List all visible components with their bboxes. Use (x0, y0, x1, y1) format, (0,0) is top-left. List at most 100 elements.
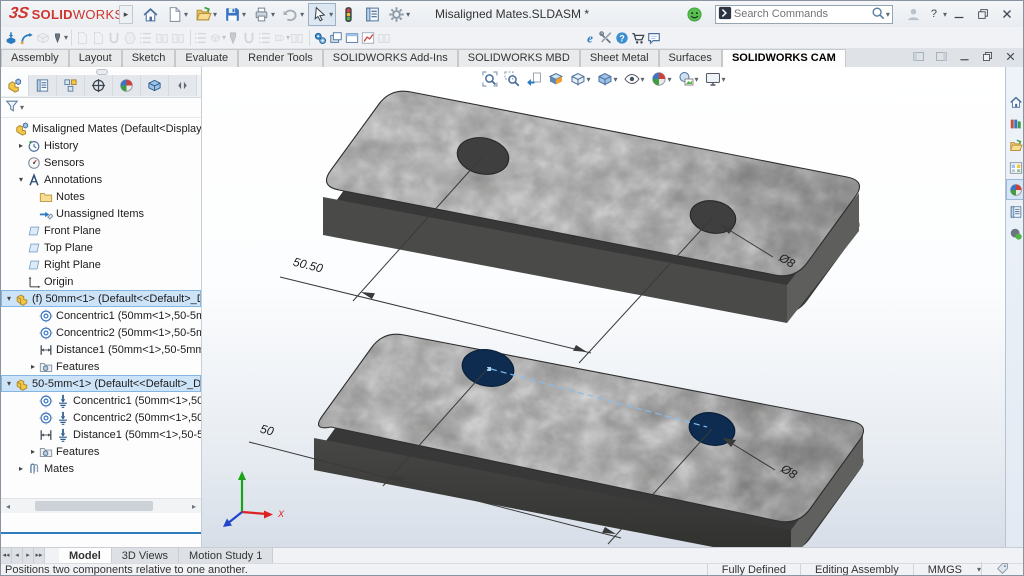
tree-item-features[interactable]: ▸Features (1, 358, 201, 375)
view-orientation-caret-icon[interactable]: ▾ (586, 75, 590, 84)
taskpane-custom-properties-button[interactable] (1006, 201, 1024, 222)
doc-minimize-button[interactable] (958, 50, 971, 66)
tab-assembly[interactable]: Assembly (1, 49, 69, 68)
comment-button[interactable] (647, 29, 663, 47)
tab-layout[interactable]: Layout (69, 49, 122, 68)
machine-gears-button[interactable] (313, 29, 329, 47)
tree-item-concentric2-50mm-1-50-5mm-1[interactable]: Concentric2 (50mm<1>,50-5mm<1>) (1, 324, 201, 341)
hide-show-items-caret-icon[interactable]: ▾ (640, 75, 644, 84)
search-caret-icon[interactable]: ▾ (886, 10, 890, 19)
tree-item-sensors[interactable]: Sensors (1, 154, 201, 171)
doc-restore-button[interactable] (981, 50, 994, 66)
hide-show-items-button[interactable]: ▾ (621, 70, 646, 88)
study-tab-3d-views[interactable]: 3D Views (112, 548, 179, 564)
tab-solidworks-add-ins[interactable]: SOLIDWORKS Add-Ins (323, 49, 458, 68)
chart-tool-button[interactable] (361, 29, 377, 47)
internet-explorer-button[interactable]: e (583, 29, 599, 47)
open-button[interactable]: ▾ (192, 3, 220, 26)
tree-item-f-50mm-1-default-default-display-state-1[interactable]: ▾(f) 50mm<1> (Default<<Default>_Display … (1, 290, 201, 307)
expander-collapsed-icon[interactable]: ▸ (15, 141, 27, 150)
tab-solidworks-cam[interactable]: SOLIDWORKS CAM (722, 49, 846, 68)
doc-close-button[interactable] (1004, 50, 1017, 66)
view-settings-button[interactable]: ▾ (703, 70, 728, 88)
expander-collapsed-icon[interactable]: ▸ (15, 464, 27, 473)
tree-item-misaligned-mates-default-display-state-1[interactable]: Misaligned Mates (Default<Display State-… (1, 120, 201, 137)
print-caret-icon[interactable]: ▾ (271, 10, 275, 19)
tab-sheet-metal[interactable]: Sheet Metal (580, 49, 659, 68)
scrollbar-thumb[interactable] (35, 501, 153, 511)
restore-button[interactable] (971, 6, 995, 22)
expander-expanded-icon[interactable]: ▾ (15, 175, 27, 184)
filter-icon[interactable] (5, 99, 19, 116)
drill-caret-icon[interactable]: ▾ (64, 33, 68, 42)
filter-caret-icon[interactable]: ▾ (20, 103, 24, 112)
study-tab-model[interactable]: Model (59, 548, 112, 564)
tab-solidworks-mbd[interactable]: SOLIDWORKS MBD (458, 49, 580, 68)
panel-tab-property-manager[interactable] (29, 75, 57, 96)
scroll-right-icon[interactable]: ▸ (187, 500, 201, 513)
expander-expanded-icon[interactable]: ▾ (3, 379, 15, 388)
tree-item-right-plane[interactable]: Right Plane (1, 256, 201, 273)
expander-expanded-icon[interactable]: ▾ (3, 294, 15, 303)
tree-item-annotations[interactable]: ▾Annotations (1, 171, 201, 188)
options-button[interactable]: ▾ (385, 3, 413, 26)
undo-button[interactable]: ▾ (279, 3, 307, 26)
tree-item-distance1-50mm-1-50-5mm-1[interactable]: Distance1 (50mm<1>,50-5mm<1>) (1, 341, 201, 358)
panel-tab-configuration-manager[interactable] (57, 75, 85, 96)
taskpane-design-library-button[interactable] (1006, 113, 1024, 134)
report-button[interactable] (361, 3, 384, 26)
search-box[interactable]: ▾ (715, 5, 893, 24)
tab-surfaces[interactable]: Surfaces (659, 49, 722, 68)
panel-tab-dimxpert-manager[interactable] (85, 75, 113, 96)
search-icon[interactable] (871, 6, 885, 23)
select-caret-icon[interactable]: ▾ (329, 10, 333, 19)
taskpane-file-explorer-button[interactable] (1006, 135, 1024, 156)
dock-left-icon[interactable] (912, 50, 925, 66)
zoom-to-fit-button[interactable] (479, 70, 499, 88)
route-button[interactable] (20, 29, 36, 47)
select-button[interactable]: ▾ (308, 3, 336, 26)
tree-item-50-5mm-1-default-default-display-state-1[interactable]: ▾50-5mm<1> (Default<<Default>_Display St… (1, 375, 201, 392)
menu-flyout-arrow[interactable]: ▸ (119, 5, 133, 24)
help-button[interactable]: ? (926, 7, 942, 21)
search-input[interactable] (732, 7, 871, 21)
zoom-to-area-button[interactable] (501, 70, 521, 88)
tree-item-top-plane[interactable]: Top Plane (1, 239, 201, 256)
tree-item-concentric1-50mm-1-50-5mm-1[interactable]: Concentric1 (50mm<1>,50-5mm<1>) (1, 392, 201, 409)
help-button[interactable]: ? (615, 29, 631, 47)
status-tag-icon[interactable] (981, 562, 1023, 576)
search-scope-icon[interactable] (718, 6, 732, 23)
close-button[interactable] (995, 6, 1019, 22)
dimension-bottom-linear[interactable]: 50 (259, 422, 276, 439)
tree-item-mates[interactable]: ▸Mates (1, 460, 201, 477)
panel-tab-features-tree[interactable] (1, 75, 29, 96)
scroll-left-icon[interactable]: ◂ (1, 500, 15, 513)
study-tab-motion-study-1[interactable]: Motion Study 1 (179, 548, 273, 564)
tree-item-origin[interactable]: Origin (1, 273, 201, 290)
panel-tab-cam-tree[interactable] (141, 75, 169, 96)
tab-render-tools[interactable]: Render Tools (238, 49, 323, 68)
edit-appearance-caret-icon[interactable]: ▾ (668, 75, 672, 84)
copy-windows-button[interactable] (329, 29, 345, 47)
tree-item-front-plane[interactable]: Front Plane (1, 222, 201, 239)
undo-caret-icon[interactable]: ▾ (300, 10, 304, 19)
panel-tab-display-manager[interactable] (113, 75, 141, 96)
taskpane-solidworks-forum-button[interactable] (1006, 223, 1024, 244)
panel-tab-tab-scroll[interactable] (169, 75, 197, 96)
nav-prev-icon[interactable]: ◂ (12, 548, 23, 564)
edit-appearance-button[interactable]: ▾ (649, 70, 674, 88)
panel-tool-button[interactable] (345, 29, 361, 47)
apply-scene-caret-icon[interactable]: ▾ (695, 75, 699, 84)
rollback-bar[interactable] (1, 532, 201, 534)
print-button[interactable]: ▾ (250, 3, 278, 26)
taskpane-view-palette-button[interactable] (1006, 157, 1024, 178)
dimension-top-linear[interactable]: 50.50 (292, 255, 325, 276)
extrude-button[interactable] (4, 29, 20, 47)
nav-first-icon[interactable]: ◂◂ (1, 548, 12, 564)
feedback-smiley-icon[interactable] (682, 6, 707, 23)
tree-item-features[interactable]: ▸Features (1, 443, 201, 460)
tree-item-concentric2-50mm-1-50-5mm-1[interactable]: Concentric2 (50mm<1>,50-5mm<1>) (1, 409, 201, 426)
cart-button[interactable] (631, 29, 647, 47)
nav-last-icon[interactable]: ▸▸ (34, 548, 45, 564)
tree-horizontal-scrollbar[interactable]: ◂ ▸ (1, 498, 201, 513)
